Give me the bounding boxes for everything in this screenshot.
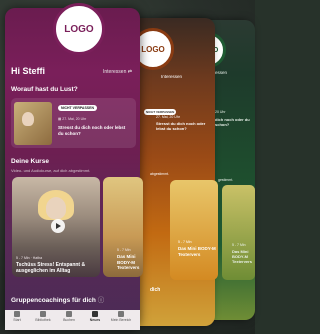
video1-sub: 5 - 7 Min · Hatha xyxy=(16,256,43,260)
video2-sub: 5 - 7 Min xyxy=(117,248,131,252)
calendar-icon xyxy=(66,311,72,317)
play-icon[interactable] xyxy=(51,219,65,233)
kurse-subtitle: Video- und Audiokurse, auf dich abgestim… xyxy=(11,168,91,173)
section-kurse-title: Deine Kurse xyxy=(11,158,49,165)
logo-main: LOGO xyxy=(53,3,105,55)
green-video-title: Das Mini BODY-M Textervers xyxy=(232,249,252,264)
orange-video-title: Das Mini BODY-M Textervers xyxy=(178,246,216,257)
greeting: Hi Steffi xyxy=(11,66,46,76)
green-video-sub: 5 - 7 Min xyxy=(232,243,246,247)
interessen-link[interactable]: Interessen ⇄ xyxy=(103,69,132,75)
nav-bibliothek[interactable]: Bibliothek xyxy=(32,311,54,322)
green-meta: 20 Uhr xyxy=(215,110,226,114)
home-icon xyxy=(14,311,20,317)
nav-mein-bereich[interactable]: Mein Bereich xyxy=(110,311,132,322)
section-gruppe-title: Gruppencoachings für dich ⓘ xyxy=(11,297,105,304)
orange-video-sub: 5 - 7 Min xyxy=(178,240,192,244)
nav-buchen[interactable]: Buchen xyxy=(58,311,80,322)
video-person xyxy=(46,197,66,219)
video2-title: Das Mini BODY-M Textervers xyxy=(117,254,140,270)
lust-text: Stresst du dich noch oder lebst du schon… xyxy=(58,125,126,136)
green-text: dich noch oder du schon? xyxy=(215,117,250,127)
news-icon xyxy=(92,311,98,317)
orange-sub: abgestimmt. xyxy=(150,172,170,176)
lust-meta: ▦ 27. Mai, 20 Uhr xyxy=(58,117,87,121)
user-icon xyxy=(118,311,124,317)
orange-interessen[interactable]: Interessen xyxy=(161,74,182,79)
section-lust-title: Worauf hast du Lust? xyxy=(11,86,78,93)
green-sub: gestimmt. xyxy=(218,178,234,182)
green-video-card[interactable] xyxy=(222,185,255,280)
nav-start[interactable]: Start xyxy=(6,311,28,322)
library-icon xyxy=(40,311,46,317)
nav-neues[interactable]: Neues xyxy=(84,311,106,322)
orange-meta: 27. Mai, 20 Uhr xyxy=(156,115,180,119)
orange-gruppe: dich xyxy=(150,287,161,293)
thumbnail-person xyxy=(22,112,34,126)
nicht-verpassen-badge: NICHT VERPASSEN xyxy=(58,105,97,111)
video1-title: Tschüss Stress! Entspannt & ausgeglichen… xyxy=(16,262,86,274)
orange-video-card[interactable] xyxy=(170,180,218,280)
orange-text: Stresst du dich noch oder lebst du schon… xyxy=(156,121,206,131)
